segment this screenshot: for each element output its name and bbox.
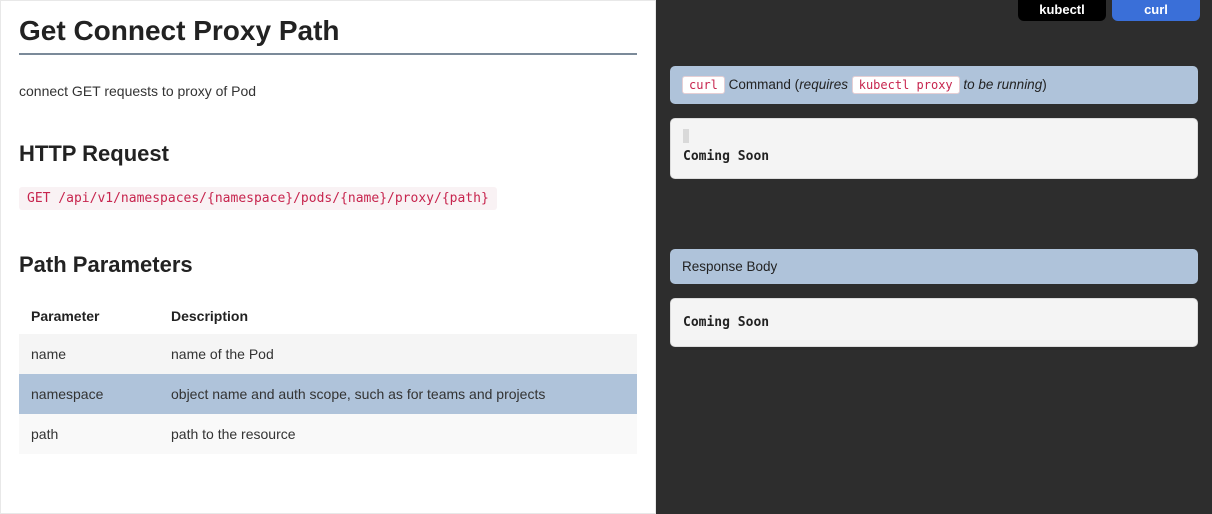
desc-cell: object name and auth scope, such as for …: [159, 374, 637, 414]
page-title: Get Connect Proxy Path: [19, 15, 637, 55]
path-parameters-heading: Path Parameters: [19, 252, 637, 278]
cmd-text-close: ): [1042, 77, 1047, 92]
table-row: namespace object name and auth scope, su…: [19, 374, 637, 414]
cursor-bar: [683, 129, 689, 143]
desc-cell: name of the Pod: [159, 334, 637, 374]
cmd-running: to be running: [960, 77, 1043, 92]
language-tabs: kubectl curl: [1018, 0, 1200, 21]
tab-curl[interactable]: curl: [1112, 0, 1200, 21]
coming-soon-response: Coming Soon: [683, 315, 1185, 330]
page-description: connect GET requests to proxy of Pod: [19, 83, 637, 99]
col-description: Description: [159, 298, 637, 334]
path-parameters-table: Parameter Description name name of the P…: [19, 298, 637, 454]
param-cell: name: [19, 334, 159, 374]
table-row: path path to the resource: [19, 414, 637, 454]
command-example-box: Coming Soon: [670, 118, 1198, 179]
response-example-box: Coming Soon: [670, 298, 1198, 347]
param-cell: namespace: [19, 374, 159, 414]
curl-chip: curl: [682, 76, 725, 94]
table-row: name name of the Pod: [19, 334, 637, 374]
param-cell: path: [19, 414, 159, 454]
example-panel: kubectl curl curl Command (requires kube…: [656, 0, 1212, 514]
cmd-text: Command (: [725, 77, 799, 92]
tab-kubectl[interactable]: kubectl: [1018, 0, 1106, 21]
kubectl-proxy-chip: kubectl proxy: [852, 76, 960, 94]
doc-content-panel: Get Connect Proxy Path connect GET reque…: [0, 0, 656, 514]
http-request-line: GET /api/v1/namespaces/{namespace}/pods/…: [19, 187, 497, 210]
desc-cell: path to the resource: [159, 414, 637, 454]
col-parameter: Parameter: [19, 298, 159, 334]
cmd-requires: requires: [799, 77, 852, 92]
response-body-header: Response Body: [670, 249, 1198, 284]
command-header: curl Command (requires kubectl proxy to …: [670, 66, 1198, 104]
coming-soon-command: Coming Soon: [683, 149, 1185, 164]
http-request-heading: HTTP Request: [19, 141, 637, 167]
